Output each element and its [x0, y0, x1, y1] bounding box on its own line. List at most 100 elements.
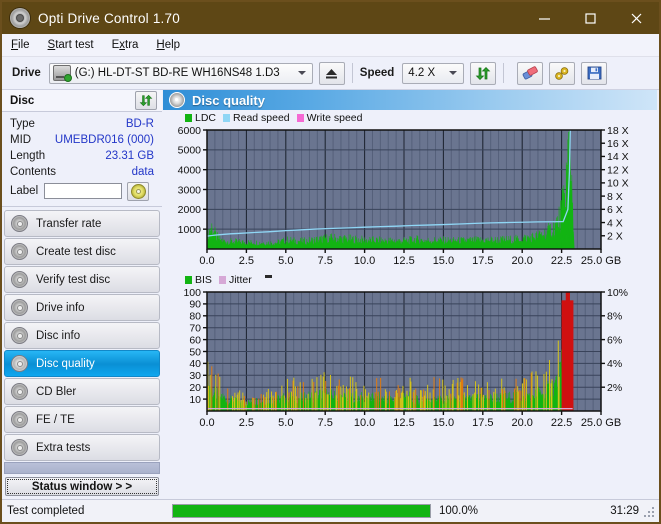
- sidebar-filler: [4, 462, 160, 474]
- sidebar-item-label: Drive info: [36, 301, 85, 314]
- svg-text:12.5: 12.5: [393, 255, 414, 267]
- tools-button[interactable]: [549, 61, 576, 85]
- disc-label-button[interactable]: [127, 181, 150, 201]
- disc-label-row: Label: [2, 180, 162, 202]
- svg-text:0.0: 0.0: [199, 255, 214, 267]
- svg-text:18 X: 18 X: [607, 125, 629, 137]
- svg-text:20: 20: [189, 382, 201, 394]
- legend-label-read-speed: Read speed: [233, 112, 290, 124]
- disc-refresh-button[interactable]: [135, 91, 157, 110]
- disc-mid-value: UMEBDR016 (000): [54, 134, 154, 146]
- sidebar-item-drive-info[interactable]: Drive info: [4, 294, 160, 321]
- sidebar-item-verify-test-disc[interactable]: Verify test disc: [4, 266, 160, 293]
- svg-text:3000: 3000: [178, 184, 202, 196]
- svg-text:25.0 GB: 25.0 GB: [581, 417, 621, 429]
- disc-contents-label: Contents: [10, 166, 57, 178]
- legend-swatch-bis: [185, 276, 192, 284]
- disc-panel-header: Disc: [2, 90, 162, 112]
- sidebar-item-extra-tests[interactable]: Extra tests: [4, 434, 160, 461]
- legend-swatch-ldc: [185, 114, 192, 122]
- disc-icon: [11, 383, 28, 400]
- window-title: Opti Drive Control 1.70: [38, 10, 180, 26]
- disc-label-caption: Label: [10, 185, 39, 197]
- sidebar-item-disc-info[interactable]: Disc info: [4, 322, 160, 349]
- disc-icon: [11, 243, 28, 260]
- drive-icon: [52, 65, 72, 82]
- sidebar-item-create-test-disc[interactable]: Create test disc: [4, 238, 160, 265]
- disc-quality-header: Disc quality: [163, 90, 657, 110]
- erase-button[interactable]: [517, 61, 544, 85]
- svg-text:22.5: 22.5: [551, 255, 572, 267]
- svg-text:60: 60: [189, 334, 201, 346]
- disc-mid-label: MID: [10, 134, 32, 146]
- legend-entry-ldc: LDC: [185, 112, 216, 124]
- svg-text:10: 10: [189, 394, 201, 406]
- scale-marker-icon: [264, 275, 272, 278]
- svg-text:70: 70: [189, 323, 201, 335]
- disc-type-label: Type: [10, 118, 35, 130]
- svg-text:4000: 4000: [178, 164, 202, 176]
- drive-label: Drive: [12, 67, 41, 79]
- svg-text:15.0: 15.0: [433, 417, 454, 429]
- legend-swatch-write-speed: [296, 114, 304, 122]
- speed-select[interactable]: 4.2 X: [402, 62, 465, 84]
- legend-swatch-jitter: [218, 276, 226, 284]
- svg-text:100: 100: [183, 287, 201, 299]
- svg-text:1000: 1000: [178, 224, 202, 236]
- disc-type-value: BD-R: [125, 118, 154, 130]
- minimize-button[interactable]: [521, 2, 567, 34]
- svg-text:17.5: 17.5: [472, 417, 493, 429]
- progress-percent: 100.0%: [439, 505, 479, 517]
- disc-label-input[interactable]: [44, 183, 123, 199]
- disc-icon: [130, 183, 146, 199]
- chart-bis-jitter: 10 20 30 40 50 60 70 80 90 100 2% 4% 6% 8% 10% 0.0 2.5 5.…: [163, 286, 657, 434]
- svg-text:8 X: 8 X: [607, 191, 623, 203]
- disc-row: Type BD-R: [2, 116, 162, 132]
- legend-entry-bis: BIS: [185, 274, 212, 286]
- sidebar-item-cd-bler[interactable]: CD Bler: [4, 378, 160, 405]
- save-button[interactable]: [581, 61, 608, 85]
- menu-help[interactable]: Help: [147, 37, 189, 53]
- refresh-button[interactable]: [470, 61, 497, 85]
- chart2-legend: BIS Jitter: [163, 274, 657, 286]
- drive-select[interactable]: (G:) HL-DT-ST BD-RE WH16NS48 1.D3: [48, 62, 313, 84]
- maximize-button[interactable]: [567, 2, 613, 34]
- menu-extra[interactable]: Extra: [103, 37, 148, 53]
- disc-icon: [169, 92, 185, 108]
- disc-icon: [11, 215, 28, 232]
- legend-label-bis: BIS: [195, 274, 212, 286]
- svg-text:10 X: 10 X: [607, 178, 629, 190]
- resize-grip[interactable]: [644, 507, 656, 519]
- sidebar-item-disc-quality[interactable]: Disc quality: [4, 350, 160, 377]
- svg-text:0.0: 0.0: [199, 417, 214, 429]
- close-button[interactable]: [613, 2, 659, 34]
- menu-start-test[interactable]: Start test: [39, 37, 103, 53]
- menu-file[interactable]: File: [2, 37, 39, 53]
- svg-text:2 X: 2 X: [607, 231, 623, 243]
- disc-row: Length 23.31 GB: [2, 148, 162, 164]
- disc-length-label: Length: [10, 150, 46, 162]
- svg-text:10.0: 10.0: [354, 417, 375, 429]
- sidebar-item-transfer-rate[interactable]: Transfer rate: [4, 210, 160, 237]
- disc-panel-title: Disc: [10, 94, 35, 107]
- disc-icon: [11, 439, 28, 456]
- svg-text:4 X: 4 X: [607, 217, 623, 229]
- svg-text:5.0: 5.0: [278, 417, 293, 429]
- svg-text:5.0: 5.0: [278, 255, 293, 267]
- svg-text:90: 90: [189, 299, 201, 311]
- chart-ldc-readspeed: 1000 2000 3000 4000 5000 6000 2 X 4 X6 X8 X 10 X…: [163, 124, 657, 272]
- status-window-button[interactable]: Status window > >: [5, 477, 159, 496]
- toolbar: Drive (G:) HL-DT-ST BD-RE WH16NS48 1.D3 …: [2, 57, 659, 90]
- svg-text:30: 30: [189, 370, 201, 382]
- disc-panel: Disc Type BD-R MID UMEBDR016 (000) Lengt…: [2, 90, 162, 207]
- eject-button[interactable]: [318, 61, 345, 85]
- svg-text:20.0: 20.0: [511, 255, 532, 267]
- sidebar-item-label: Disc info: [36, 329, 81, 342]
- svg-text:2.5: 2.5: [239, 417, 254, 429]
- sidebar-item-label: CD Bler: [36, 385, 77, 398]
- sidebar-item-fe-te[interactable]: FE / TE: [4, 406, 160, 433]
- disc-row: MID UMEBDR016 (000): [2, 132, 162, 148]
- sidebar-item-label: Verify test disc: [36, 273, 111, 286]
- chevron-down-icon: [449, 71, 458, 75]
- menu-bar: File Start test Extra Help: [2, 34, 659, 57]
